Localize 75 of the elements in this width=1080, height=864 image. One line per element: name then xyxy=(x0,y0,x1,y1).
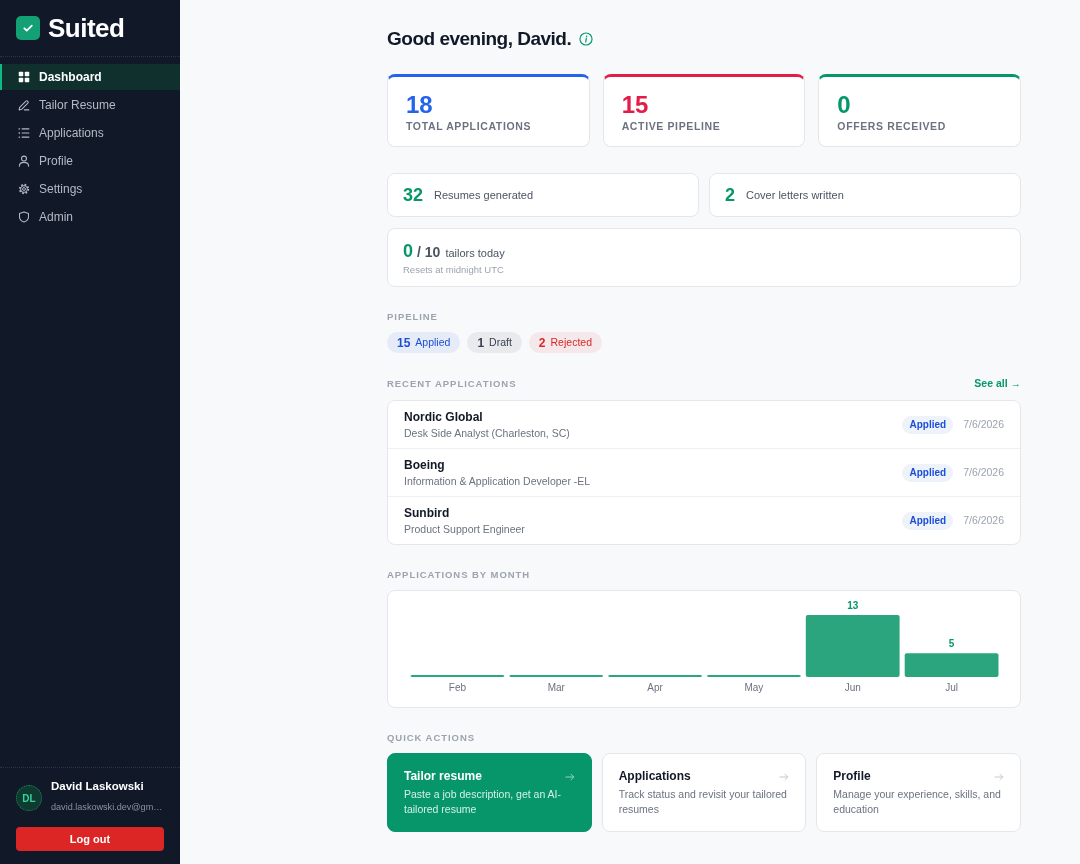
nav-item[interactable]: Dashboard xyxy=(0,64,180,90)
quick-action-description: Track status and revisit your tailored resumes xyxy=(618,787,788,817)
user-name: David Laskowski xyxy=(51,779,145,793)
person-icon xyxy=(18,155,30,167)
section-label: APPLICATIONS BY MONTH xyxy=(387,569,532,581)
counter-label: Cover letters written xyxy=(746,187,844,203)
arrow-right-icon xyxy=(564,771,575,782)
status-chip: 1 Draft xyxy=(467,332,522,353)
list-icon xyxy=(18,127,30,139)
status-chip: 2 Rejected xyxy=(528,332,602,353)
stat-label: OFFERS RECEIVED xyxy=(837,119,947,133)
quick-action-card[interactable]: Profile Manage your experience, skills, and education xyxy=(816,753,1021,832)
arrow-right-icon xyxy=(994,771,1004,782)
counter-value: 32 xyxy=(403,183,424,207)
quick-action-description: Paste a job description, get an AI-tailored resume xyxy=(404,787,562,817)
user-avatar: DL xyxy=(16,785,42,811)
user-email: david.laskowski.dev@gm… xyxy=(51,801,163,814)
status-badge: Applied xyxy=(902,511,954,530)
month-label: Feb xyxy=(448,682,466,693)
company-name: Boeing xyxy=(404,457,446,473)
date-text: 7/6/2026 xyxy=(963,464,1004,480)
bar-value-label: 5 xyxy=(948,638,955,650)
status-chip: 15 Applied xyxy=(387,332,461,353)
nav-item[interactable]: Profile xyxy=(0,148,180,174)
quick-action-title: Profile xyxy=(833,769,871,784)
info-icon xyxy=(579,32,594,46)
greeting-title: Good evening, David. xyxy=(387,27,572,51)
status-badge: Applied xyxy=(902,463,954,482)
month-label: May xyxy=(744,682,764,693)
application-row[interactable]: Sunbird Product Support Engineer Applied 7/6/2026 xyxy=(388,497,1020,544)
arrow-right-icon xyxy=(779,771,790,782)
section-label: PIPELINE xyxy=(387,311,439,323)
brand-name: Suited xyxy=(48,15,125,41)
quick-action-title: Tailor resume xyxy=(404,769,482,784)
check-logo-icon xyxy=(16,16,40,40)
counter-label: Resumes generated xyxy=(434,187,534,203)
stat-value: 18 xyxy=(406,92,434,118)
quick-action-description: Manage your experience, skills, and education xyxy=(833,787,1002,817)
stat-label: TOTAL APPLICATIONS xyxy=(406,119,533,133)
job-title: Desk Side Analyst (Charleston, SC) xyxy=(404,425,570,440)
month-label: Jul xyxy=(945,682,958,693)
settings-icon xyxy=(18,183,30,195)
stat-value: 0 xyxy=(837,92,852,118)
date-text: 7/6/2026 xyxy=(963,512,1004,528)
stat-value: 15 xyxy=(621,92,650,118)
quick-action-card[interactable]: Tailor resume Paste a job description, get an AI-tailored resume xyxy=(387,753,592,832)
section-label: QUICK ACTIONS xyxy=(387,732,476,744)
shield-icon xyxy=(18,211,30,223)
grid-icon xyxy=(18,71,30,83)
section-label: RECENT APPLICATIONS xyxy=(387,377,517,390)
nav-item[interactable]: Tailor Resume xyxy=(0,92,180,118)
quick-action-card[interactable]: Applications Track status and revisit your tailored resumes xyxy=(601,753,807,832)
job-title: Product Support Engineer xyxy=(404,521,525,536)
month-label: Jun xyxy=(844,682,861,693)
pencil-icon xyxy=(18,99,30,111)
job-title: Information & Application Developer -EL xyxy=(404,473,591,488)
company-name: Sunbird xyxy=(404,505,451,521)
date-text: 7/6/2026 xyxy=(963,416,1004,432)
quick-action-title: Applications xyxy=(618,769,691,784)
daily-usage-text: 0 / 10 tailors today xyxy=(403,240,506,263)
see-all-link[interactable]: See all → xyxy=(974,377,1021,390)
stat-label: ACTIVE PIPELINE xyxy=(621,119,722,133)
status-badge: Applied xyxy=(902,415,954,434)
nav-item[interactable]: Applications xyxy=(0,120,180,146)
nav-item[interactable]: Admin xyxy=(0,204,180,230)
nav-item[interactable]: Settings xyxy=(0,176,180,202)
application-row[interactable]: Boeing Information & Application Developer -EL Applied 7/6/2026 xyxy=(388,449,1020,497)
company-name: Nordic Global xyxy=(404,409,484,425)
month-label: Apr xyxy=(647,682,663,693)
usage-reset-note: Resets at midnight UTC xyxy=(403,264,505,276)
counter-value: 2 xyxy=(725,183,735,207)
bar-value-label: 13 xyxy=(847,600,859,611)
application-row[interactable]: Nordic Global Desk Side Analyst (Charleston, SC) Applied 7/6/2026 xyxy=(388,401,1020,449)
month-label: Mar xyxy=(547,682,565,693)
logout-button[interactable]: Log out xyxy=(16,827,164,851)
